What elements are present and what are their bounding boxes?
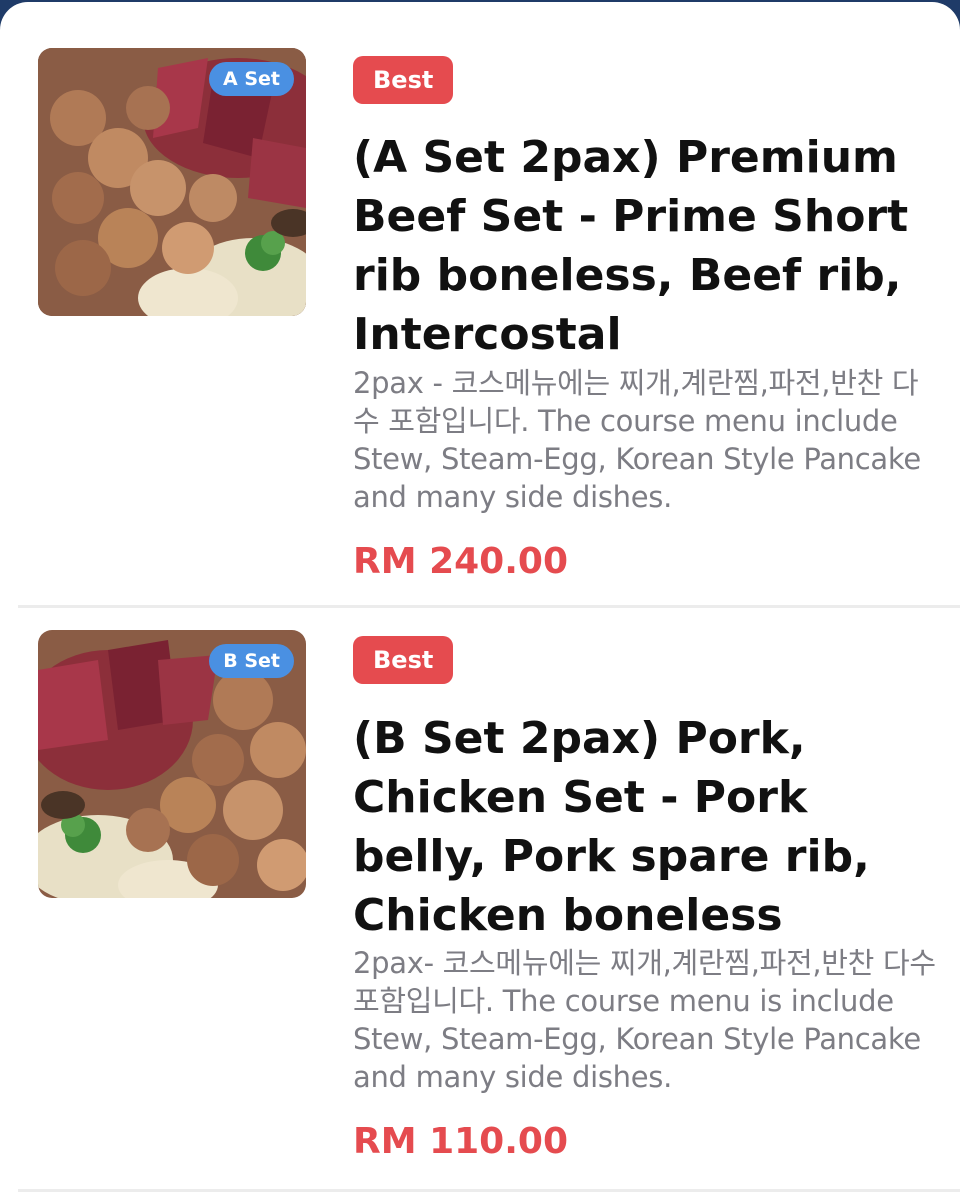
item-price: RM 110.00 (353, 1121, 568, 1162)
food-photo-icon[interactable]: B Set (38, 630, 306, 898)
item-description: 2pax - 코스메뉴에는 찌개,계란찜,파전,반찬 다수 포함입니다. The… (353, 366, 921, 514)
menu-sheet: A Set Best (A Set 2pax) Premium Beef Set… (0, 2, 960, 1200)
set-badge: A Set (209, 62, 294, 96)
best-badge: Best (353, 636, 454, 684)
menu-item[interactable]: B Set Best (B Set 2pax) Pork, Chicken Se… (0, 608, 960, 1192)
food-photo-icon[interactable]: A Set (38, 48, 306, 316)
item-title[interactable]: (B Set 2pax) Pork, Chicken Set - Pork be… (353, 709, 938, 945)
menu-item[interactable]: A Set Best (A Set 2pax) Premium Beef Set… (0, 2, 960, 608)
item-divider (18, 1189, 960, 1192)
item-price: RM 240.00 (353, 541, 568, 582)
best-badge: Best (353, 56, 454, 104)
item-description: 2pax- 코스메뉴에는 찌개,계란찜,파전,반찬 다수 포함입니다. The … (353, 946, 936, 1094)
item-title[interactable]: (A Set 2pax) Premium Beef Set - Prime Sh… (353, 128, 938, 364)
set-badge: B Set (209, 644, 294, 678)
